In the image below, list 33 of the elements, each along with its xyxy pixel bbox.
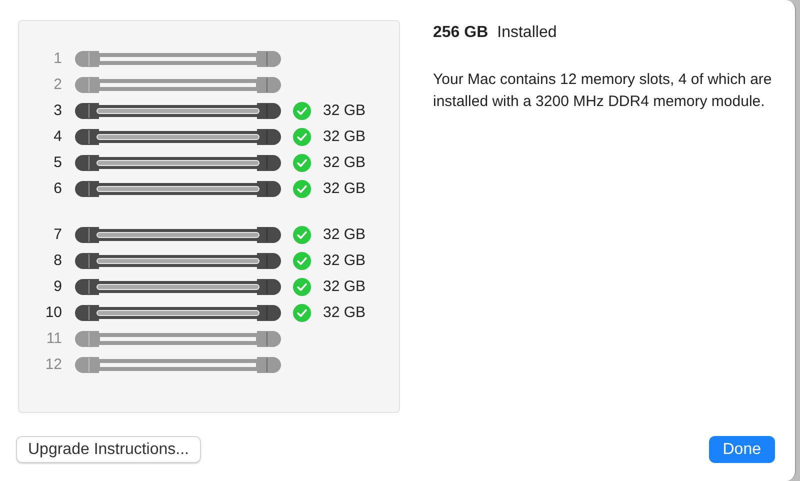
slot-number: 10 xyxy=(44,302,63,323)
slot-number: 12 xyxy=(44,354,63,375)
slot-number: 3 xyxy=(52,100,63,121)
slot-number: 5 xyxy=(52,152,63,173)
module-size: 32 GB xyxy=(323,178,366,199)
check-icon xyxy=(293,128,311,146)
slot-number: 11 xyxy=(45,328,63,349)
slot-number: 1 xyxy=(52,48,63,69)
module-size: 32 GB xyxy=(323,302,366,323)
slot-number: 4 xyxy=(52,126,63,147)
memory-description: Your Mac contains 12 memory slots, 4 of which are installed with a 3200 MHz DDR4 memory module. xyxy=(433,70,773,112)
module-size: 32 GB xyxy=(323,276,366,297)
check-icon xyxy=(293,304,311,322)
module-size: 32 GB xyxy=(323,126,366,147)
slot-number: 9 xyxy=(52,276,63,297)
module-size: 32 GB xyxy=(323,152,366,173)
slot-number: 7 xyxy=(52,224,63,245)
upgrade-instructions-button[interactable]: Upgrade Instructions... xyxy=(16,436,201,463)
module-size: 32 GB xyxy=(323,100,366,121)
check-icon xyxy=(293,278,311,296)
total-memory: 256 GB xyxy=(433,23,488,43)
slot-number: 2 xyxy=(52,74,63,95)
check-icon xyxy=(293,102,311,120)
installed-label: Installed xyxy=(497,23,557,43)
check-icon xyxy=(293,154,311,172)
module-size: 32 GB xyxy=(323,224,366,245)
done-button[interactable]: Done xyxy=(708,436,775,463)
check-icon xyxy=(293,252,311,270)
slot-number: 8 xyxy=(52,250,63,271)
module-size: 32 GB xyxy=(323,250,366,271)
check-icon xyxy=(293,180,311,198)
slot-number: 6 xyxy=(52,178,63,199)
check-icon xyxy=(293,226,311,244)
